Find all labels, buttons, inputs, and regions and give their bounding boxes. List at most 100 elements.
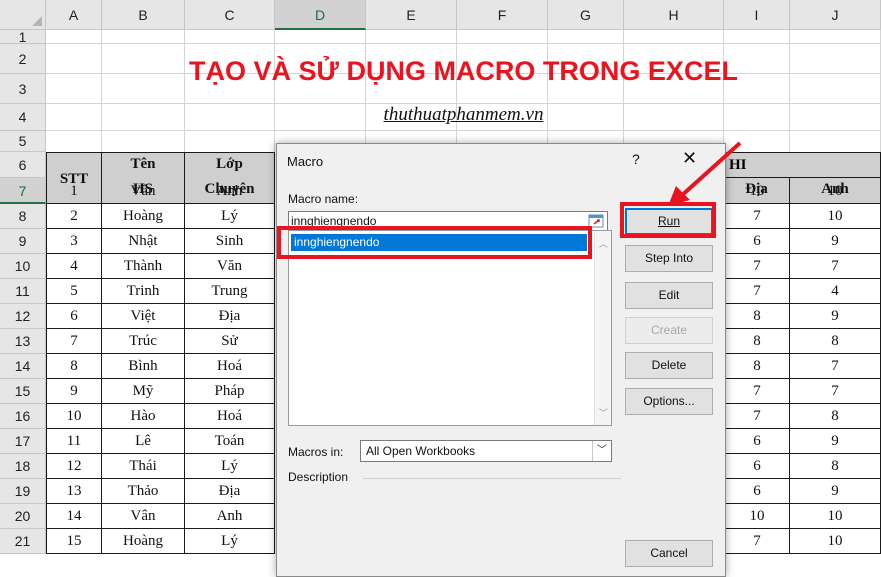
table-cell[interactable]: Địa xyxy=(185,479,275,504)
table-cell[interactable]: Thái xyxy=(102,454,185,479)
row-header-14[interactable]: 14 xyxy=(0,354,46,379)
macro-list-scrollbar[interactable]: ︿ ﹀ xyxy=(594,231,611,425)
table-cell[interactable]: Vân xyxy=(102,504,185,529)
table-cell[interactable]: Trúc xyxy=(102,329,185,354)
row-header-1[interactable]: 1 xyxy=(0,30,46,44)
edit-button[interactable]: Edit xyxy=(625,282,713,309)
table-cell[interactable]: 7 xyxy=(724,404,790,429)
table-cell[interactable]: 9 xyxy=(790,479,881,504)
table-cell[interactable]: Pháp xyxy=(185,379,275,404)
column-header-c[interactable]: C xyxy=(185,0,275,30)
table-cell[interactable]: Lý xyxy=(185,529,275,554)
chevron-down-icon[interactable]: ﹀ xyxy=(592,441,611,461)
table-cell[interactable]: Hoàng xyxy=(102,204,185,229)
table-cell[interactable]: 10 xyxy=(790,529,881,554)
create-button[interactable]: Create xyxy=(625,317,713,344)
column-header-i[interactable]: I xyxy=(724,0,790,30)
table-cell[interactable]: 13 xyxy=(46,479,102,504)
row-header-15[interactable]: 15 xyxy=(0,379,46,404)
table-cell[interactable]: 7 xyxy=(790,379,881,404)
table-cell[interactable]: Lý xyxy=(185,204,275,229)
table-cell[interactable]: 6 xyxy=(724,229,790,254)
table-cell[interactable]: 5 xyxy=(46,279,102,304)
column-header-b[interactable]: B xyxy=(102,0,185,30)
table-cell[interactable]: 8 xyxy=(790,404,881,429)
table-cell[interactable]: 7 xyxy=(724,254,790,279)
table-cell[interactable]: Mỹ xyxy=(102,379,185,404)
table-cell[interactable]: 6 xyxy=(46,304,102,329)
table-cell[interactable]: 12 xyxy=(46,454,102,479)
table-cell[interactable]: Trung xyxy=(185,279,275,304)
row-header-5[interactable]: 5 xyxy=(0,131,46,152)
row-header-17[interactable]: 17 xyxy=(0,429,46,454)
table-cell[interactable]: 1 xyxy=(46,178,102,204)
table-cell[interactable]: 10 xyxy=(790,178,881,204)
column-header-j[interactable]: J xyxy=(790,0,881,30)
table-cell[interactable]: 14 xyxy=(46,504,102,529)
table-cell[interactable]: Hoàng xyxy=(102,529,185,554)
table-cell[interactable]: 7 xyxy=(724,379,790,404)
table-cell[interactable]: 4 xyxy=(790,279,881,304)
table-cell[interactable]: 7 xyxy=(790,354,881,379)
table-cell[interactable]: 8 xyxy=(724,329,790,354)
table-cell[interactable]: Việt xyxy=(102,304,185,329)
row-header-9[interactable]: 9 xyxy=(0,229,46,254)
table-cell[interactable]: Địa xyxy=(185,304,275,329)
table-cell[interactable]: 7 xyxy=(724,279,790,304)
table-cell[interactable]: Sinh xyxy=(185,229,275,254)
table-cell[interactable]: 7 xyxy=(724,529,790,554)
table-cell[interactable]: 9 xyxy=(790,429,881,454)
table-cell[interactable]: 7 xyxy=(790,254,881,279)
table-cell[interactable]: 3 xyxy=(46,229,102,254)
step-into-button[interactable]: Step Into xyxy=(625,245,713,272)
row-header-13[interactable]: 13 xyxy=(0,329,46,354)
table-cell[interactable]: 6 xyxy=(724,479,790,504)
table-cell[interactable]: Anh xyxy=(185,504,275,529)
table-cell[interactable]: 8 xyxy=(724,354,790,379)
table-cell[interactable]: 15 xyxy=(46,529,102,554)
row-header-18[interactable]: 18 xyxy=(0,454,46,479)
table-cell[interactable]: Lê xyxy=(102,429,185,454)
table-cell[interactable]: Toán xyxy=(185,429,275,454)
help-button[interactable]: ? xyxy=(632,151,640,167)
table-cell[interactable]: Hào xyxy=(102,404,185,429)
row-header-11[interactable]: 11 xyxy=(0,279,46,304)
table-cell[interactable]: Thành xyxy=(102,254,185,279)
table-cell[interactable]: Sử xyxy=(185,329,275,354)
column-header-g[interactable]: G xyxy=(548,0,624,30)
table-cell[interactable]: 9 xyxy=(46,379,102,404)
row-header-6[interactable]: 6 xyxy=(0,152,46,178)
row-header-2[interactable]: 2 xyxy=(0,44,46,74)
table-cell[interactable]: Lý xyxy=(185,454,275,479)
row-header-10[interactable]: 10 xyxy=(0,254,46,279)
scroll-down-icon[interactable]: ﹀ xyxy=(599,406,608,419)
table-cell[interactable]: Nhật xyxy=(102,229,185,254)
table-cell[interactable]: 8 xyxy=(46,354,102,379)
row-header-7[interactable]: 7 xyxy=(0,178,46,204)
row-header-19[interactable]: 19 xyxy=(0,479,46,504)
table-cell[interactable]: 6 xyxy=(724,454,790,479)
table-cell[interactable]: 10 xyxy=(790,504,881,529)
table-cell[interactable]: 9 xyxy=(790,304,881,329)
table-cell[interactable]: 7 xyxy=(46,329,102,354)
row-header-20[interactable]: 20 xyxy=(0,504,46,529)
options-button[interactable]: Options... xyxy=(625,388,713,415)
select-all-corner[interactable] xyxy=(0,0,46,30)
table-cell[interactable]: Vân xyxy=(102,178,185,204)
row-header-16[interactable]: 16 xyxy=(0,404,46,429)
macro-list[interactable]: innghiengnendo ︿ ﹀ xyxy=(288,230,612,426)
row-header-12[interactable]: 12 xyxy=(0,304,46,329)
row-header-8[interactable]: 8 xyxy=(0,204,46,229)
scroll-up-icon[interactable]: ︿ xyxy=(599,237,608,250)
table-cell[interactable]: 2 xyxy=(46,204,102,229)
table-cell[interactable]: 8 xyxy=(790,329,881,354)
table-cell[interactable]: Trinh xyxy=(102,279,185,304)
table-cell[interactable]: 11 xyxy=(46,429,102,454)
delete-button[interactable]: Delete xyxy=(625,352,713,379)
row-header-21[interactable]: 21 xyxy=(0,529,46,554)
table-cell[interactable]: 10 xyxy=(724,504,790,529)
table-cell[interactable]: 10 xyxy=(790,204,881,229)
table-cell[interactable]: 4 xyxy=(46,254,102,279)
table-cell[interactable]: 9 xyxy=(790,229,881,254)
table-cell[interactable]: 8 xyxy=(790,454,881,479)
